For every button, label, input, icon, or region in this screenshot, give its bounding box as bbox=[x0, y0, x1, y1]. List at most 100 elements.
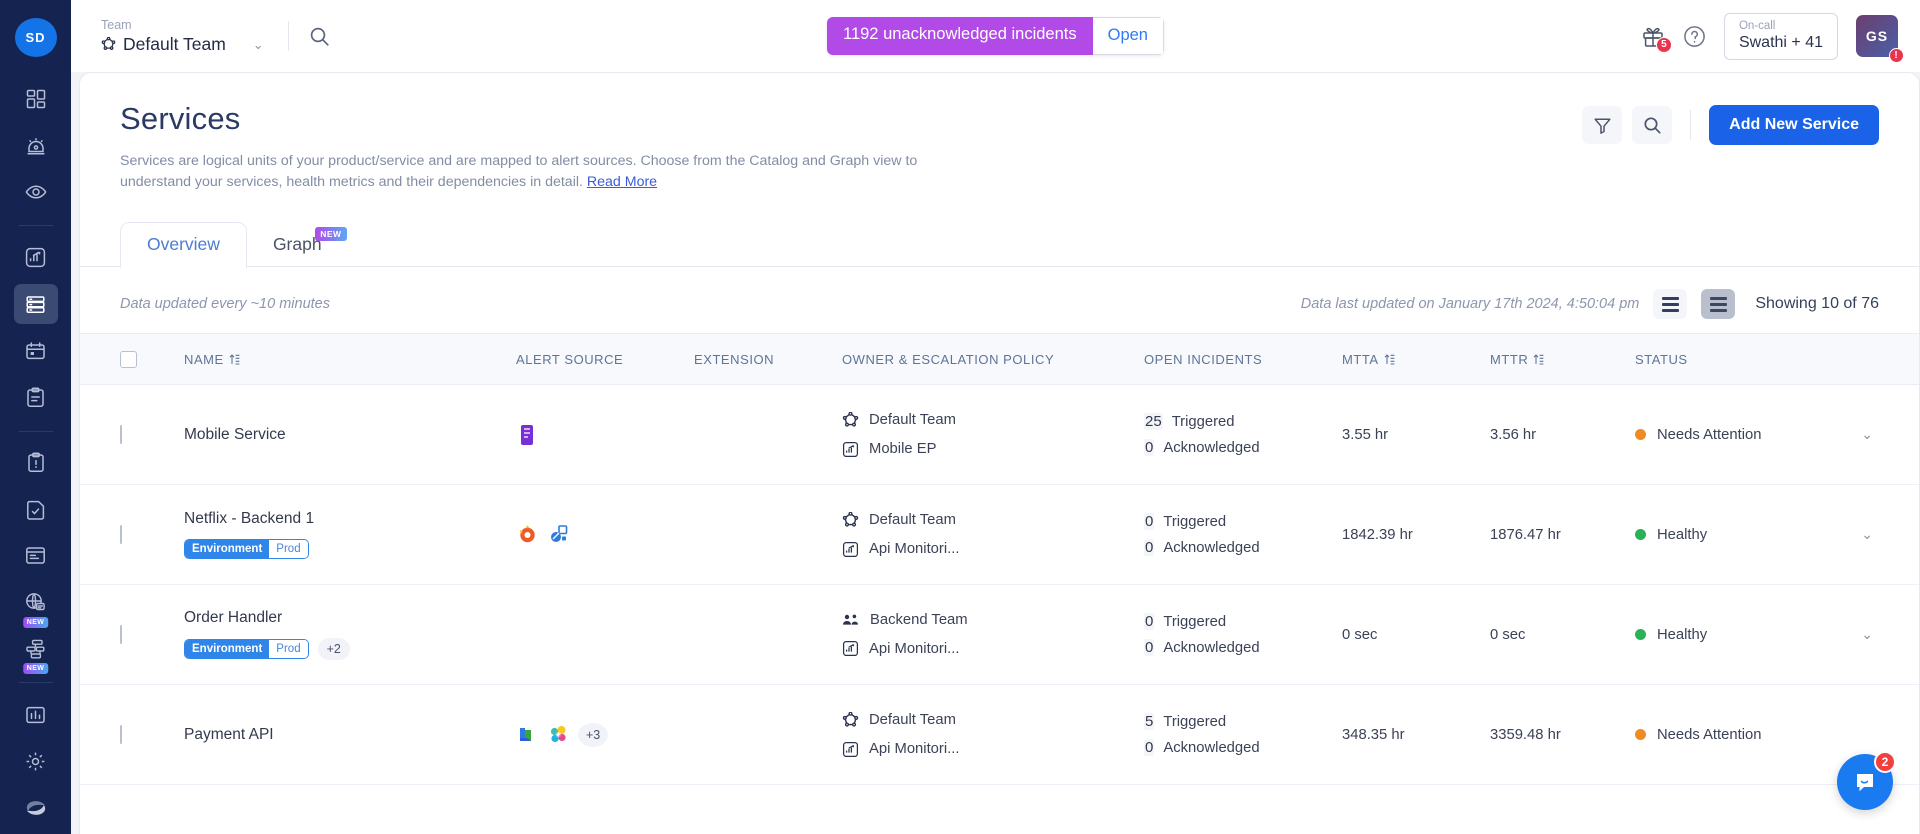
filter-icon bbox=[1593, 116, 1612, 135]
avatar-alert-badge: ! bbox=[1889, 48, 1904, 63]
header-mttr[interactable]: MTTR bbox=[1490, 352, 1635, 367]
incident-banner-open-button[interactable]: Open bbox=[1093, 17, 1164, 55]
sidebar-item-tasks[interactable] bbox=[14, 489, 58, 530]
team-selector[interactable]: Team Default Team ⌄ bbox=[101, 17, 276, 55]
owner-team-name: Default Team bbox=[869, 712, 956, 728]
app-logo[interactable]: SD bbox=[15, 18, 57, 57]
row-status-cell: Needs Attention bbox=[1635, 727, 1879, 743]
sidebar-item-services[interactable] bbox=[14, 284, 58, 325]
escalation-policy-line: Mobile EP bbox=[842, 441, 1144, 458]
alert-source-list: +3 bbox=[516, 723, 694, 747]
service-name[interactable]: Payment API bbox=[184, 726, 516, 744]
sidebar-item-statuspage[interactable] bbox=[14, 536, 58, 577]
row-name-cell: Mobile Service bbox=[184, 426, 516, 444]
acknowledged-count: 0 bbox=[1144, 539, 1154, 556]
row-checkbox[interactable] bbox=[120, 725, 122, 744]
team-name: Default Team bbox=[123, 34, 226, 55]
header-mtta[interactable]: MTTA bbox=[1342, 352, 1490, 367]
row-name-cell: Netflix - Backend 1 Environment Prod bbox=[184, 510, 516, 559]
row-owner-cell: Default Team Mobile EP bbox=[842, 412, 1144, 458]
row-select-cell bbox=[120, 626, 184, 644]
alert-source-list bbox=[516, 524, 694, 546]
add-new-service-button[interactable]: Add New Service bbox=[1709, 105, 1879, 145]
row-open-incidents-cell: 0 Triggered 0 Acknowledged bbox=[1144, 513, 1342, 556]
service-name[interactable]: Mobile Service bbox=[184, 426, 516, 444]
global-search-button[interactable] bbox=[309, 26, 330, 47]
left-nav-rail: SD bbox=[0, 0, 71, 834]
sidebar-item-workflows[interactable]: NEW bbox=[14, 629, 58, 670]
row-checkbox[interactable] bbox=[120, 625, 122, 644]
status-text: Needs Attention bbox=[1657, 427, 1761, 443]
escalation-policy-icon bbox=[842, 541, 859, 558]
grafana-icon bbox=[516, 524, 538, 546]
extra-tags-pill[interactable]: +2 bbox=[318, 638, 350, 660]
sidebar-item-global[interactable]: NEW bbox=[14, 582, 58, 623]
sort-icon bbox=[229, 353, 240, 365]
header-mttr-label: MTTR bbox=[1490, 352, 1528, 367]
compact-view-button[interactable] bbox=[1653, 289, 1687, 319]
header-divider bbox=[1690, 110, 1691, 140]
sidebar-item-analytics[interactable] bbox=[14, 237, 58, 278]
row-checkbox[interactable] bbox=[120, 425, 122, 444]
sidebar-item-settings[interactable] bbox=[14, 741, 58, 782]
sidebar-item-postmortem[interactable] bbox=[14, 443, 58, 484]
incident-banner: 1192 unacknowledged incidents Open bbox=[827, 17, 1164, 55]
table-row[interactable]: Netflix - Backend 1 Environment Prod bbox=[80, 485, 1919, 585]
tab-graph[interactable]: Graph NEW bbox=[247, 223, 348, 267]
sidebar-item-reports[interactable] bbox=[14, 694, 58, 735]
help-button[interactable] bbox=[1683, 25, 1706, 48]
row-alert-source-cell bbox=[516, 524, 694, 546]
row-name-cell: Payment API bbox=[184, 726, 516, 744]
sidebar-item-brand[interactable] bbox=[14, 787, 58, 828]
row-expand-chevron-icon[interactable]: ⌄ bbox=[1861, 426, 1879, 443]
status-dot bbox=[1635, 629, 1646, 640]
oncall-widget[interactable]: On-call Swathi + 41 bbox=[1724, 13, 1838, 60]
tab-overview[interactable]: Overview bbox=[120, 222, 247, 268]
tag-list: Environment Prod +2 bbox=[184, 638, 516, 660]
tag-value: Prod bbox=[269, 540, 307, 558]
service-name[interactable]: Netflix - Backend 1 bbox=[184, 510, 516, 528]
list-view-button[interactable] bbox=[1701, 289, 1735, 319]
service-name[interactable]: Order Handler bbox=[184, 609, 516, 627]
header-status: STATUS bbox=[1635, 352, 1879, 367]
read-more-link[interactable]: Read More bbox=[587, 174, 657, 190]
row-checkbox[interactable] bbox=[120, 525, 122, 544]
team-icon bbox=[842, 712, 859, 729]
row-mtta: 348.35 hr bbox=[1342, 727, 1490, 743]
header-owner: OWNER & ESCALATION POLICY bbox=[842, 352, 1144, 367]
search-button[interactable] bbox=[1632, 106, 1672, 144]
header-name-label: NAME bbox=[184, 352, 224, 367]
tab-overview-label: Overview bbox=[147, 234, 220, 254]
search-icon bbox=[1643, 116, 1662, 135]
sidebar-item-dashboard[interactable] bbox=[14, 79, 58, 120]
tag-list: Environment Prod bbox=[184, 539, 516, 559]
sidebar-item-runbooks[interactable] bbox=[14, 377, 58, 418]
chevron-down-icon[interactable]: ⌄ bbox=[253, 37, 264, 53]
header-open-incidents: OPEN INCIDENTS bbox=[1144, 352, 1342, 367]
triggered-label: Triggered bbox=[1172, 414, 1235, 430]
triggered-count: 0 bbox=[1144, 513, 1154, 530]
acknowledged-count: 0 bbox=[1144, 439, 1154, 456]
owner-team-line: Backend Team bbox=[842, 612, 1144, 628]
table-row[interactable]: Payment API bbox=[80, 685, 1919, 785]
escalation-policy-name: Api Monitori... bbox=[869, 541, 959, 557]
select-all-checkbox[interactable] bbox=[120, 351, 137, 368]
chat-widget-button[interactable]: 2 bbox=[1837, 754, 1893, 810]
help-icon bbox=[1683, 25, 1706, 48]
row-expand-chevron-icon[interactable]: ⌄ bbox=[1861, 626, 1879, 643]
avatar[interactable]: GS ! bbox=[1856, 15, 1898, 57]
row-open-incidents-cell: 25 Triggered 0 Acknowledged bbox=[1144, 413, 1342, 456]
row-owner-cell: Default Team Api Monitori... bbox=[842, 712, 1144, 758]
extra-sources-pill[interactable]: +3 bbox=[578, 723, 608, 747]
sidebar-item-schedules[interactable] bbox=[14, 330, 58, 371]
filter-button[interactable] bbox=[1582, 106, 1622, 144]
gift-button[interactable]: 5 bbox=[1641, 25, 1665, 48]
sidebar-item-visibility[interactable] bbox=[14, 172, 58, 213]
acknowledged-label: Acknowledged bbox=[1163, 540, 1259, 556]
sidebar-item-alerts[interactable] bbox=[14, 125, 58, 166]
table-row[interactable]: Mobile Service bbox=[80, 385, 1919, 485]
table-row[interactable]: Order Handler Environment Prod +2 bbox=[80, 585, 1919, 685]
header-name[interactable]: NAME bbox=[184, 352, 516, 367]
row-expand-chevron-icon[interactable]: ⌄ bbox=[1861, 526, 1879, 543]
acknowledged-label: Acknowledged bbox=[1163, 640, 1259, 656]
